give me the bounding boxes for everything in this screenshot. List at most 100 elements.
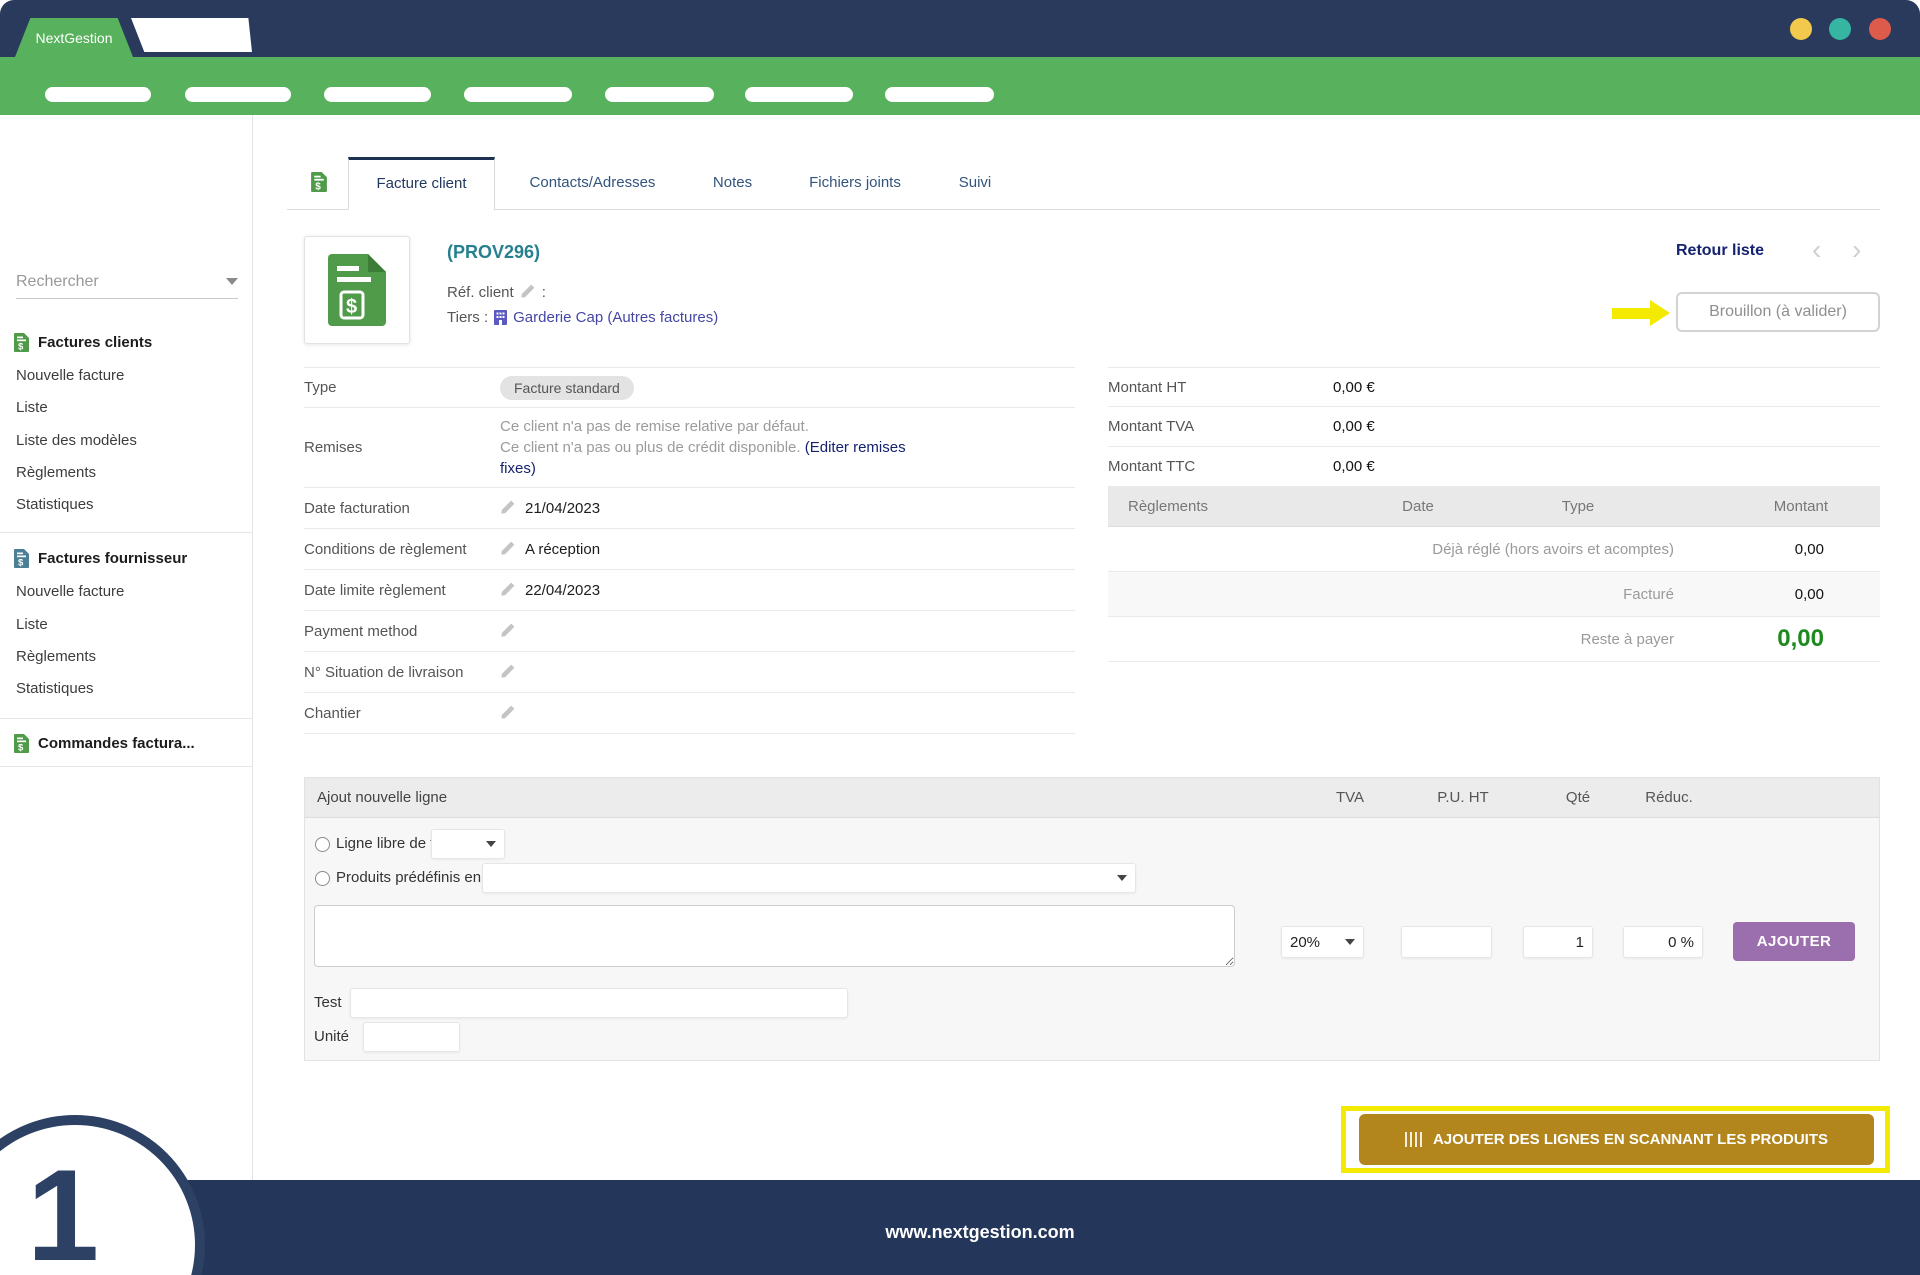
edit-ref-client-button[interactable] (520, 283, 536, 302)
col-pu-ht: P.U. HT (1437, 789, 1488, 806)
sidebar-section-commandes[interactable]: $ Commandes factura... (14, 732, 195, 754)
nav-menu-placeholder[interactable] (605, 87, 714, 102)
step-number: 1 (27, 1140, 99, 1275)
scan-products-button[interactable]: AJOUTER DES LIGNES EN SCANNANT LES PRODU… (1359, 1114, 1874, 1165)
sidebar-item-liste-fournisseur[interactable]: Liste (16, 614, 48, 636)
sidebar-item-nouvelle-facture-fournisseur[interactable]: Nouvelle facture (16, 581, 124, 603)
detail-row-date-limite: Date limite règlement 22/04/2023 (304, 570, 1075, 611)
nav-menu-placeholder[interactable] (185, 87, 291, 102)
already-paid-row: Déjà réglé (hors avoirs et acomptes) 0,0… (1108, 527, 1880, 572)
free-line-radio[interactable] (315, 837, 330, 852)
edit-chantier-button[interactable] (500, 704, 516, 723)
line-description-textarea[interactable] (314, 905, 1235, 967)
total-row-ttc: Montant TTC 0,00 € (1108, 447, 1880, 487)
total-label: Montant HT (1108, 379, 1186, 396)
edit-situation-button[interactable] (500, 663, 516, 682)
qty-input[interactable]: 1 (1523, 926, 1593, 958)
predefined-product-select[interactable] (482, 863, 1136, 893)
add-line-header: Ajout nouvelle ligne TVA P.U. HT Qté Réd… (305, 778, 1879, 818)
sidebar-divider (0, 532, 253, 533)
invoice-green-icon: $ (14, 734, 29, 753)
edit-date-limite-button[interactable] (500, 581, 516, 600)
detail-row-conditions: Conditions de règlement A réception (304, 529, 1075, 570)
payments-col-reglements: Règlements (1108, 498, 1328, 515)
sidebar-item-liste[interactable]: Liste (16, 397, 48, 419)
add-line-button[interactable]: AJOUTER (1733, 922, 1855, 961)
sidebar-item-statistiques[interactable]: Statistiques (16, 494, 94, 516)
remises-note-1: Ce client n'a pas de remise relative par… (500, 416, 920, 437)
brand-tab[interactable]: NextGestion (15, 18, 133, 57)
nav-menu-placeholder[interactable] (885, 87, 994, 102)
sidebar-item-liste-des-modeles[interactable]: Liste des modèles (16, 430, 137, 452)
detail-row-situation: N° Situation de livraison (304, 652, 1075, 693)
traffic-light-minimize[interactable] (1790, 18, 1812, 40)
discount-input[interactable]: 0 % (1623, 926, 1703, 958)
nav-menu-placeholder[interactable] (745, 87, 853, 102)
col-tva: TVA (1336, 789, 1364, 806)
prev-record-button[interactable]: ‹ (1812, 233, 1821, 267)
status-badge: Brouillon (à valider) (1676, 292, 1880, 332)
footer-url: www.nextgestion.com (885, 1222, 1074, 1243)
window-titlebar: NextGestion (0, 0, 1920, 57)
edit-date-button[interactable] (500, 499, 516, 518)
total-row-ht: Montant HT 0,00 € (1108, 367, 1880, 407)
traffic-light-close[interactable] (1869, 18, 1891, 40)
back-to-list-link[interactable]: Retour liste (1676, 242, 1764, 260)
svg-text:$: $ (18, 341, 24, 352)
nav-menu-placeholder[interactable] (324, 87, 431, 102)
edit-payment-method-button[interactable] (500, 622, 516, 641)
detail-label: N° Situation de livraison (304, 664, 500, 681)
tabbar-divider (287, 209, 1880, 210)
sidebar-divider (0, 718, 253, 719)
svg-text:$: $ (18, 557, 24, 568)
payments-col-date: Date (1328, 498, 1508, 515)
next-record-button[interactable]: › (1852, 233, 1861, 267)
sidebar-section-customer-invoices[interactable]: $ Factures clients (14, 331, 152, 353)
chevron-down-icon (226, 278, 238, 285)
detail-row-date-facturation: Date facturation 21/04/2023 (304, 488, 1075, 529)
nav-menu-placeholder[interactable] (45, 87, 151, 102)
total-row-tva: Montant TVA 0,00 € (1108, 407, 1880, 447)
detail-label: Chantier (304, 705, 500, 722)
detail-row-chantier: Chantier (304, 693, 1075, 734)
total-value: 0,00 € (1333, 458, 1375, 475)
type-badge: Facture standard (500, 376, 634, 400)
predefined-product-radio[interactable] (315, 871, 330, 886)
free-line-type-select[interactable] (431, 829, 505, 859)
svg-text:$: $ (18, 742, 24, 753)
pencil-icon (500, 622, 516, 638)
detail-label: Type (304, 379, 500, 396)
tab-contacts-adresses[interactable]: Contacts/Adresses (510, 157, 675, 209)
pencil-icon (500, 663, 516, 679)
tab-fichiers-joints[interactable]: Fichiers joints (785, 157, 925, 209)
sidebar-item-nouvelle-facture[interactable]: Nouvelle facture (16, 365, 124, 387)
sidebar-section-supplier-invoices[interactable]: $ Factures fournisseur (14, 547, 187, 569)
total-label: Montant TTC (1108, 458, 1195, 475)
edit-conditions-button[interactable] (500, 540, 516, 559)
traffic-light-maximize[interactable] (1829, 18, 1851, 40)
sidebar-item-reglements[interactable]: Règlements (16, 462, 96, 484)
billed-label: Facturé (1623, 586, 1674, 603)
nav-menu-placeholder[interactable] (464, 87, 572, 102)
detail-row-payment-method: Payment method (304, 611, 1075, 652)
browser-tab-placeholder[interactable] (131, 18, 252, 52)
test-label: Test (314, 994, 342, 1011)
tab-notes[interactable]: Notes (695, 157, 770, 209)
tva-value: 20% (1290, 934, 1320, 951)
svg-text:$: $ (346, 296, 357, 318)
tab-facture-client[interactable]: Facture client (348, 157, 495, 210)
unit-price-input[interactable] (1401, 926, 1492, 958)
test-input[interactable] (350, 988, 848, 1018)
detail-value: 22/04/2023 (525, 582, 600, 599)
tva-select[interactable]: 20% (1281, 926, 1364, 958)
tiers-link[interactable]: Garderie Cap (Autres factures) (513, 309, 718, 326)
sidebar-item-statistiques-fournisseur[interactable]: Statistiques (16, 678, 94, 700)
pencil-icon (520, 283, 536, 299)
tab-suivi[interactable]: Suivi (940, 157, 1010, 209)
sidebar-search-select[interactable]: Rechercher (16, 265, 238, 299)
tiers-label: Tiers : (447, 309, 488, 326)
sidebar-item-reglements-fournisseur[interactable]: Règlements (16, 646, 96, 668)
invoice-ref: (PROV296) (447, 242, 540, 263)
unit-input[interactable] (363, 1022, 460, 1052)
total-label: Montant TVA (1108, 418, 1194, 435)
